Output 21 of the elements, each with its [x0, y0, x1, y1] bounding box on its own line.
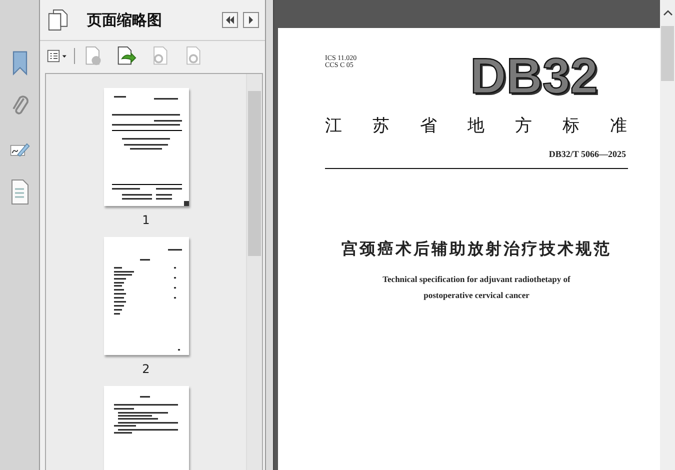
document-icon[interactable] — [10, 179, 30, 205]
play-button[interactable] — [243, 12, 259, 28]
rotate-page-icon[interactable] — [116, 46, 137, 66]
english-title: Technical specification for adjuvant radiothetapy of — [382, 274, 570, 284]
scrollbar[interactable] — [246, 74, 262, 470]
document-title: 宫颈癌术后辅助放射治疗技术规范 — [342, 239, 612, 260]
issuer-title: 江苏省地方标准 — [325, 115, 628, 137]
panel-title: 页面缩略图 — [87, 10, 162, 30]
page-number: 1 — [142, 213, 150, 227]
page-thumbnail[interactable] — [104, 88, 188, 206]
scroll-up-icon[interactable] — [662, 10, 672, 16]
page-thumbnail[interactable] — [104, 386, 188, 470]
rewind-button[interactable] — [222, 12, 238, 28]
standard-number: DB32/T 5066—2025 — [548, 149, 626, 159]
page-thumbnail[interactable] — [104, 237, 188, 355]
scrollbar-thumb[interactable] — [661, 26, 674, 81]
pages-icon — [48, 9, 68, 31]
standard-logo: DB32 — [470, 53, 598, 99]
splitter-handle[interactable] — [265, 0, 274, 470]
english-title: postoperative cervical cancer — [424, 290, 530, 300]
page-number: 2 — [142, 362, 150, 376]
